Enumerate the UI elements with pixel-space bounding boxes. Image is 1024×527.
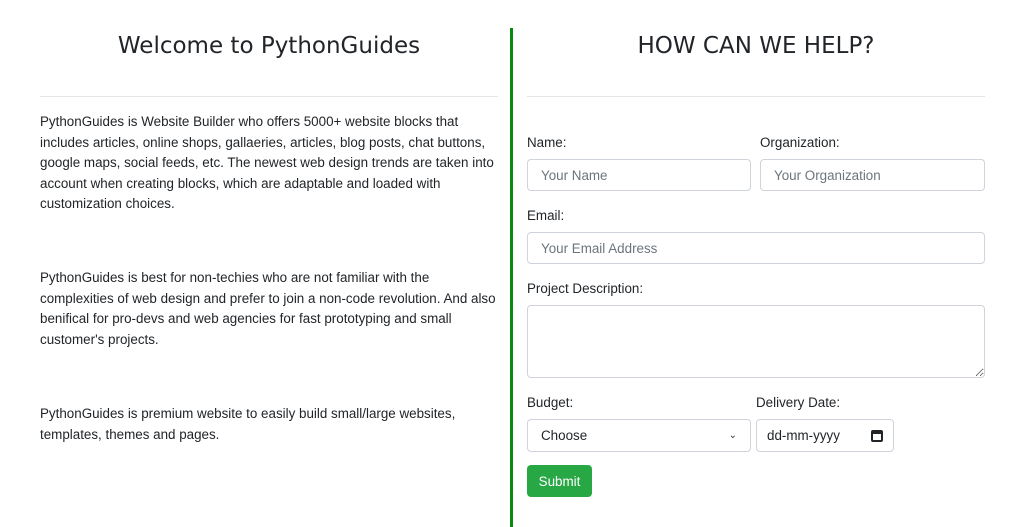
submit-button[interactable]: Submit <box>527 465 592 497</box>
info-paragraph-3: PythonGuides is premium website to easil… <box>40 406 456 442</box>
date-placeholder: dd-mm-yyyy <box>767 428 840 443</box>
description-label: Project Description: <box>527 281 644 296</box>
info-paragraph-1: PythonGuides is Website Builder who offe… <box>40 114 494 212</box>
name-input[interactable] <box>527 159 751 191</box>
organization-input[interactable] <box>760 159 985 191</box>
delivery-date-label: Delivery Date: <box>756 395 841 410</box>
budget-label: Budget: <box>527 395 574 410</box>
info-paragraph-2: PythonGuides is best for non-techies who… <box>40 270 496 347</box>
email-input[interactable] <box>527 232 985 264</box>
organization-label: Organization: <box>760 135 840 150</box>
budget-selected-value: Choose <box>541 428 588 443</box>
email-label: Email: <box>527 208 565 223</box>
chevron-down-icon: ⌄ <box>728 430 737 441</box>
description-textarea[interactable] <box>527 305 985 378</box>
calendar-icon[interactable] <box>871 429 883 442</box>
right-separator <box>527 96 985 97</box>
vertical-divider <box>510 28 513 527</box>
name-label: Name: <box>527 135 567 150</box>
form-heading: HOW CAN WE HELP? <box>637 33 875 59</box>
left-separator <box>40 96 498 97</box>
welcome-heading: Welcome to PythonGuides <box>117 33 421 59</box>
delivery-date-input[interactable]: dd-mm-yyyy <box>756 419 894 452</box>
budget-select[interactable]: Choose ⌄ <box>527 419 751 452</box>
